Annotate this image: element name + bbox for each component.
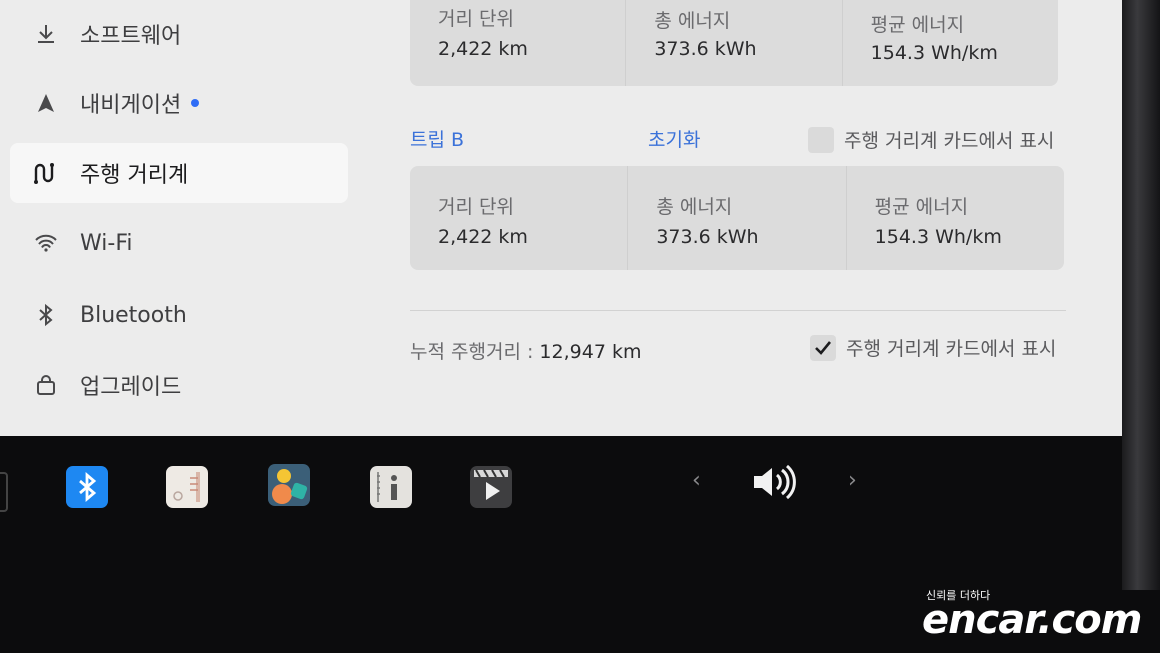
stat-label: 총 에너지: [654, 10, 731, 32]
stat-label: 거리 단위: [438, 8, 514, 30]
stat-label: 총 에너지: [656, 196, 733, 218]
stat-value: 154.3 Wh/km: [874, 226, 1002, 248]
checkbox[interactable]: [808, 126, 834, 153]
stat-value: 373.6 kWh: [654, 38, 757, 60]
trip-a-average: 평균 에너지 154.3 Wh/km: [843, 0, 1058, 86]
stat-value: 2,422 km: [438, 38, 528, 60]
sidebar-item-wifi[interactable]: Wi-Fi: [10, 213, 348, 273]
sidebar-item-label: Wi-Fi: [80, 230, 133, 256]
trip-b-card: 거리 단위 2,422 km 총 에너지 373.6 kWh 평균 에너지 15…: [410, 166, 1064, 270]
stat-label: 평균 에너지: [870, 14, 965, 36]
odometer-show-on-card-toggle[interactable]: 주행 거리계 카드에서 표시: [810, 334, 1056, 361]
checkbox-label: 주행 거리계 카드에서 표시: [846, 338, 1057, 360]
navigation-arrow-icon: [32, 89, 60, 117]
odometer-label: 누적 주행거리 :: [410, 341, 534, 363]
trip-b-title: 트립 B: [410, 129, 465, 151]
stat-label: 평균 에너지: [874, 196, 969, 218]
sidebar-item-bluetooth[interactable]: Bluetooth: [10, 285, 348, 345]
odometer-value: 12,947 km: [539, 341, 642, 363]
settings-sidebar: 소프트웨어 내비게이션 주행 거리계 Wi-Fi Bluetooth 업그레이드: [0, 0, 360, 436]
sidebar-item-label: 업그레이드: [80, 375, 182, 400]
trip-a-distance: 거리 단위 2,422 km: [410, 0, 627, 86]
sidebar-item-label: 소프트웨어: [80, 24, 182, 49]
bluetooth-app-icon[interactable]: [66, 466, 108, 508]
odometer-route-icon: [32, 159, 60, 187]
trip-b-average: 평균 에너지 154.3 Wh/km: [847, 166, 1064, 270]
checkbox-checked[interactable]: [810, 334, 836, 361]
sidebar-item-upgrade[interactable]: 업그레이드: [10, 355, 348, 415]
trip-b-reset-button[interactable]: 초기화: [648, 125, 700, 152]
manual-info-app-icon[interactable]: [370, 466, 412, 508]
settings-screen: 소프트웨어 내비게이션 주행 거리계 Wi-Fi Bluetooth 업그레이드…: [0, 0, 1122, 436]
odometer-total: 누적 주행거리 : 12,947 km: [410, 337, 641, 364]
checkmark-icon: [815, 340, 832, 355]
wifi-icon: [32, 229, 60, 257]
sidebar-item-label: 주행 거리계: [80, 163, 189, 188]
photo-gallery-app-icon[interactable]: [268, 464, 310, 506]
shopping-bag-icon: [32, 371, 60, 399]
stat-value: 154.3 Wh/km: [870, 42, 998, 64]
trip-b-show-on-card-toggle[interactable]: 주행 거리계 카드에서 표시: [808, 126, 1054, 153]
section-divider: [410, 310, 1066, 311]
app-dock: ‹ ›: [0, 436, 1122, 546]
stat-value: 373.6 kWh: [656, 226, 759, 248]
stat-label: 거리 단위: [438, 196, 514, 218]
dock-edge-icon: [0, 472, 8, 512]
dock-prev-arrow[interactable]: ‹: [692, 468, 701, 493]
trip-a-energy: 총 에너지 373.6 kWh: [626, 0, 843, 86]
sidebar-item-label: 내비게이션: [80, 93, 182, 118]
screen-bezel: [1122, 0, 1160, 590]
trip-a-card: 거리 단위 2,422 km 총 에너지 373.6 kWh 평균 에너지 15…: [410, 0, 1058, 86]
checkbox-label: 주행 거리계 카드에서 표시: [844, 130, 1055, 152]
sidebar-item-label: Bluetooth: [80, 302, 187, 328]
dock-next-arrow[interactable]: ›: [848, 468, 857, 493]
stat-value: 2,422 km: [438, 226, 528, 248]
trip-b-energy: 총 에너지 373.6 kWh: [628, 166, 847, 270]
video-player-app-icon[interactable]: [470, 466, 512, 508]
sidebar-item-navigation[interactable]: 내비게이션: [10, 73, 348, 133]
download-icon: [32, 20, 60, 48]
sidebar-item-odometer[interactable]: 주행 거리계: [10, 143, 348, 203]
notepad-app-icon[interactable]: [166, 466, 208, 508]
bluetooth-icon: [32, 301, 60, 329]
volume-icon[interactable]: [750, 462, 800, 506]
watermark-brand: encar.com: [922, 597, 1142, 643]
notification-dot: [191, 99, 200, 107]
trip-b-distance: 거리 단위 2,422 km: [410, 166, 629, 270]
sidebar-item-software[interactable]: 소프트웨어: [10, 4, 348, 64]
